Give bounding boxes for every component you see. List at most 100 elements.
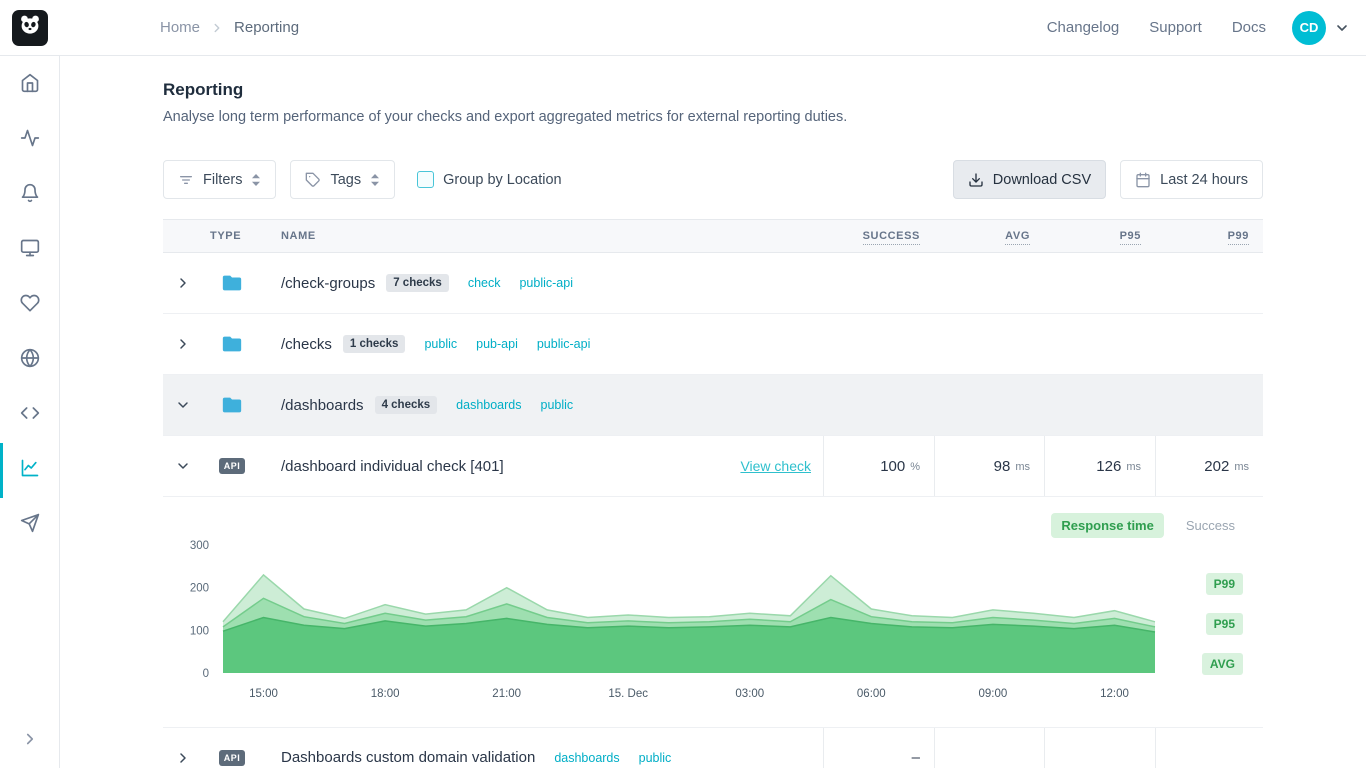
table-row-custom-domain: API Dashboards custom domain validation … [163, 727, 1263, 768]
col-header-name: NAME [261, 230, 823, 242]
chart-legend: Response time Success [1051, 513, 1235, 538]
folder-icon [203, 394, 261, 416]
top-bar: Home Reporting Changelog Support Docs CD [0, 0, 1366, 56]
chevron-right-icon [21, 730, 39, 753]
sidebar-item-home[interactable] [0, 58, 60, 113]
check-count-badge: 7 checks [386, 274, 449, 292]
time-range-button[interactable]: Last 24 hours [1120, 160, 1263, 199]
legend-success[interactable]: Success [1186, 518, 1235, 533]
svg-text:100: 100 [190, 625, 209, 637]
avg-series-badge[interactable]: AVG [1202, 653, 1243, 675]
table-row-individual-check: API /dashboard individual check [401] Vi… [163, 436, 1263, 497]
check-name[interactable]: /dashboard individual check [401] [281, 458, 504, 475]
check-count-badge: 1 checks [343, 335, 406, 353]
svg-text:12:00: 12:00 [1100, 688, 1129, 700]
svg-text:200: 200 [190, 583, 209, 595]
breadcrumb-separator-icon [210, 21, 224, 35]
account-menu-chevron-down-icon[interactable] [1334, 20, 1350, 36]
tag-label[interactable]: public [639, 751, 672, 765]
svg-text:18:00: 18:00 [371, 688, 400, 700]
check-count-badge: 4 checks [375, 396, 438, 414]
docs-link[interactable]: Docs [1232, 19, 1266, 36]
sidebar-item-checks[interactable] [0, 113, 60, 168]
download-csv-button[interactable]: Download CSV [953, 160, 1106, 199]
tags-button-label: Tags [330, 172, 361, 188]
breadcrumb-home[interactable]: Home [160, 19, 200, 36]
group-by-location-label: Group by Location [443, 172, 562, 188]
chart-icon [20, 458, 40, 483]
page-title: Reporting [163, 80, 1263, 100]
folder-icon [203, 272, 261, 294]
svg-text:21:00: 21:00 [492, 688, 521, 700]
tag-label[interactable]: pub-api [476, 337, 518, 351]
expand-chevron-icon[interactable] [163, 750, 203, 766]
api-type-badge: API [219, 458, 246, 474]
calendar-icon [1135, 172, 1151, 188]
sidebar-item-alerts[interactable] [0, 168, 60, 223]
p99-value: 202 ms [1155, 436, 1263, 496]
tag-label[interactable]: public [541, 398, 574, 412]
p99-series-badge[interactable]: P99 [1206, 573, 1243, 595]
col-header-p99[interactable]: P99 [1155, 230, 1263, 242]
svg-text:15. Dec: 15. Dec [608, 688, 648, 700]
sidebar-expand-button[interactable] [0, 726, 60, 756]
check-name[interactable]: Dashboards custom domain validation [281, 749, 535, 766]
changelog-link[interactable]: Changelog [1047, 19, 1120, 36]
area-chart-canvas[interactable]: 010020030015:0018:0021:0015. Dec03:0006:… [163, 537, 1203, 709]
tag-label[interactable]: public [424, 337, 457, 351]
sidebar-item-locations[interactable] [0, 333, 60, 388]
tags-button[interactable]: Tags [290, 160, 395, 199]
globe-icon [20, 348, 40, 373]
tag-label[interactable]: dashboards [456, 398, 521, 412]
panda-logo-icon [18, 13, 42, 42]
tag-label[interactable]: public-api [537, 337, 591, 351]
expand-chevron-icon[interactable] [163, 275, 203, 291]
group-name[interactable]: /dashboards [281, 397, 364, 414]
expand-chevron-icon[interactable] [163, 336, 203, 352]
success-value: 100 % [823, 436, 934, 496]
col-header-p95[interactable]: P95 [1044, 230, 1155, 242]
sidebar-item-snippets[interactable] [0, 388, 60, 443]
activity-icon [20, 128, 40, 153]
svg-text:0: 0 [203, 668, 209, 680]
code-icon [20, 403, 40, 428]
legend-response-time[interactable]: Response time [1051, 513, 1163, 538]
support-link[interactable]: Support [1149, 19, 1202, 36]
p95-value: 126 ms [1044, 436, 1155, 496]
table-header: TYPE NAME SUCCESS AVG P95 P99 [163, 219, 1263, 253]
avg-value [934, 728, 1044, 768]
group-by-location-toggle[interactable]: Group by Location [417, 171, 562, 188]
heart-icon [20, 293, 40, 318]
col-header-avg[interactable]: AVG [934, 230, 1044, 242]
folder-icon [203, 333, 261, 355]
group-name[interactable]: /check-groups [281, 275, 375, 292]
sidebar-item-dashboards[interactable] [0, 223, 60, 278]
sidebar-item-status[interactable] [0, 278, 60, 333]
success-value: – [823, 728, 934, 768]
download-icon [968, 172, 984, 188]
avg-value: 98 ms [934, 436, 1044, 496]
p95-series-badge[interactable]: P95 [1206, 613, 1243, 635]
app-logo[interactable] [12, 10, 48, 46]
svg-text:15:00: 15:00 [249, 688, 278, 700]
tag-label[interactable]: dashboards [554, 751, 619, 765]
view-check-link[interactable]: View check [740, 458, 823, 474]
col-header-success[interactable]: SUCCESS [823, 230, 934, 242]
collapse-chevron-icon[interactable] [163, 397, 203, 413]
collapse-chevron-icon[interactable] [163, 458, 203, 474]
group-name[interactable]: /checks [281, 336, 332, 353]
api-type-badge: API [219, 750, 246, 766]
sort-carets-icon [251, 173, 261, 187]
toolbar: Filters Tags Group by Location [163, 160, 1263, 199]
breadcrumb-current: Reporting [234, 19, 299, 36]
tag-label[interactable]: public-api [519, 276, 573, 290]
svg-text:06:00: 06:00 [857, 688, 886, 700]
filters-button-label: Filters [203, 172, 242, 188]
group-by-location-checkbox[interactable] [417, 171, 434, 188]
sidebar-item-launch[interactable] [0, 498, 60, 553]
tag-label[interactable]: check [468, 276, 501, 290]
time-range-label: Last 24 hours [1160, 172, 1248, 188]
sidebar-item-reporting[interactable] [0, 443, 60, 498]
filters-button[interactable]: Filters [163, 160, 276, 199]
avatar[interactable]: CD [1292, 11, 1326, 45]
